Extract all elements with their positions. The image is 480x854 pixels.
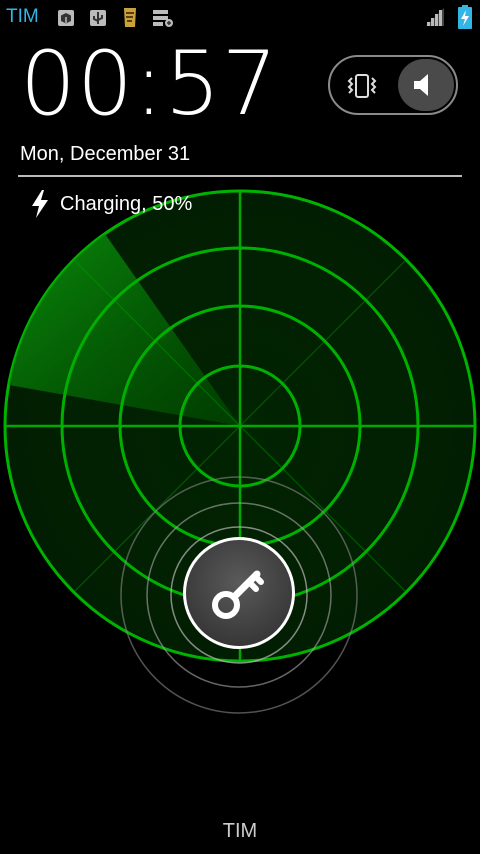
key-icon: [212, 570, 264, 619]
lightning-icon: [32, 190, 48, 218]
vibrate-button[interactable]: [336, 61, 388, 111]
apk-icon: [124, 8, 136, 27]
speaker-icon: [414, 74, 428, 96]
clock-time: 00:57: [20, 32, 279, 135]
status-bar: TIM: [0, 0, 480, 34]
date-label: Mon, December 31: [20, 143, 191, 165]
cube-icon: [58, 10, 74, 26]
carrier-bottom-label: TIM: [222, 820, 258, 842]
usb-icon: [90, 10, 106, 26]
sound-button[interactable]: [398, 59, 454, 111]
divider: [18, 175, 462, 177]
signal-bars-icon: [426, 8, 444, 26]
storage-icon: [153, 10, 173, 27]
vibrate-icon: [347, 74, 377, 98]
carrier-label: TIM: [6, 6, 39, 27]
battery-charging-icon: [458, 5, 472, 29]
charging-status: Charging, 50%: [30, 190, 192, 218]
sound-mode-toggle[interactable]: [328, 55, 458, 115]
charging-text: Charging, 50%: [60, 192, 193, 215]
unlock-handle[interactable]: [183, 537, 295, 649]
